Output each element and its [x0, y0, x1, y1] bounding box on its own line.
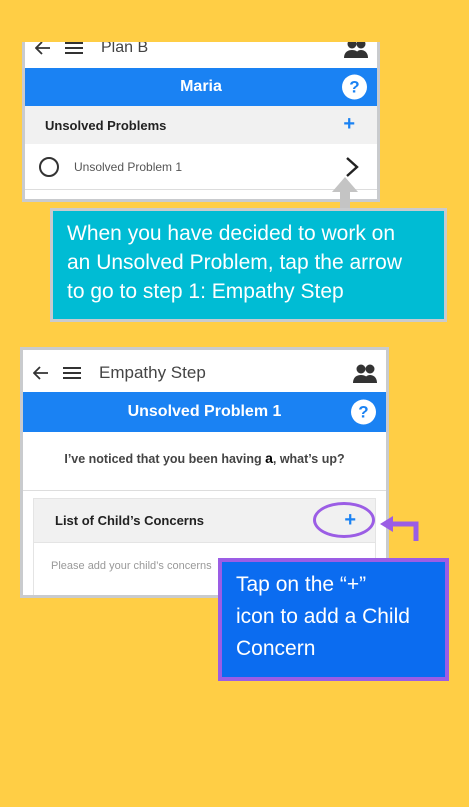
- banner: Unsolved Problem 1 ?: [23, 392, 386, 432]
- app-bar: Plan B: [25, 42, 377, 60]
- callout-line: Tap on the “+”: [236, 573, 367, 596]
- back-arrow-icon[interactable]: [33, 366, 49, 380]
- app-bar: Empathy Step: [23, 355, 386, 391]
- highlight-ring: [313, 502, 375, 538]
- banner-title: Unsolved Problem 1: [127, 403, 282, 420]
- prompt-text-end: , what’s up?: [272, 452, 345, 466]
- screenshot-plan-b: Plan B Maria ? Unsolved Problems + Unsol…: [22, 42, 380, 202]
- instruction-callout-2: Tap on the “+” icon to add a Child Conce…: [218, 558, 449, 681]
- section-title: List of Child’s Concerns: [55, 513, 205, 528]
- people-icon[interactable]: [343, 42, 369, 58]
- people-icon[interactable]: [352, 363, 378, 383]
- help-button[interactable]: ?: [342, 74, 367, 100]
- list-item-label: Unsolved Problem 1: [74, 159, 183, 174]
- list-item[interactable]: Unsolved Problem 1: [25, 144, 377, 190]
- up-arrow-icon: [332, 177, 358, 210]
- radio-circle-icon[interactable]: [39, 156, 59, 177]
- divider: [23, 490, 386, 491]
- empty-placeholder: Please add your child’s concerns: [51, 560, 212, 572]
- callout-line: to go to step 1: Empathy Step: [67, 280, 344, 303]
- menu-icon[interactable]: [63, 366, 81, 380]
- section-title: Unsolved Problems: [45, 117, 167, 133]
- empathy-prompt: I’ve noticed that you been having a, wha…: [23, 450, 386, 466]
- hook-arrow-icon: [380, 516, 419, 541]
- help-button[interactable]: ?: [351, 399, 376, 425]
- prompt-text: I’ve noticed that you been having: [64, 452, 266, 466]
- instruction-callout-1: When you have decided to work on an Unso…: [50, 208, 447, 322]
- menu-icon[interactable]: [65, 42, 83, 55]
- banner-title: Maria: [180, 78, 222, 95]
- callout-line: an Unsolved Problem, tap the arrow: [67, 251, 403, 274]
- section-header: Unsolved Problems +: [25, 106, 377, 144]
- add-problem-button[interactable]: +: [343, 113, 355, 136]
- callout-line: Concern: [236, 637, 316, 660]
- callout-line: icon to add a Child: [236, 605, 410, 628]
- page-title: Plan B: [101, 42, 149, 56]
- prompt-bold: a: [265, 450, 273, 466]
- back-arrow-icon[interactable]: [35, 42, 51, 55]
- page-title: Empathy Step: [99, 363, 206, 382]
- callout-line: When you have decided to work on: [67, 222, 396, 245]
- banner: Maria ?: [25, 68, 377, 106]
